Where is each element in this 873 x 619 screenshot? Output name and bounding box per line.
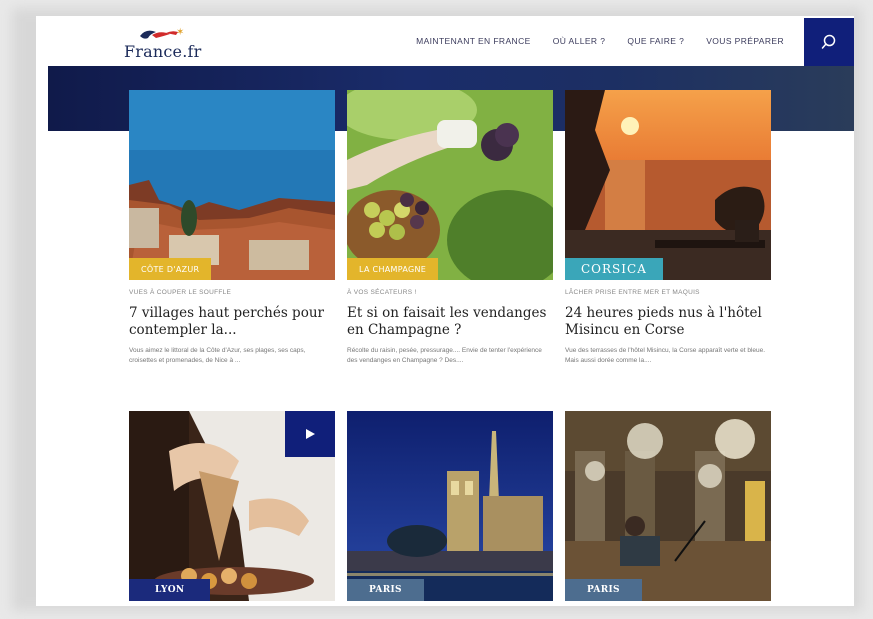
card-image[interactable]: PARIS xyxy=(565,411,771,601)
site-header: ✶ France.fr MAINTENANT EN FRANCE OÙ ALLE… xyxy=(36,16,854,66)
search-icon xyxy=(821,34,836,49)
main-nav: MAINTENANT EN FRANCE OÙ ALLER ? QUE FAIR… xyxy=(416,36,784,46)
article-card-corsica[interactable]: CORSICA LÂCHER PRISE ENTRE MER ET MAQUIS… xyxy=(565,90,771,366)
nav-que-faire[interactable]: QUE FAIRE ? xyxy=(627,36,684,46)
site-logo[interactable]: ✶ France.fr xyxy=(124,24,204,62)
card-kicker: À VOS SÉCATEURS ! xyxy=(347,289,417,296)
article-card-paris-versailles[interactable]: PARIS xyxy=(565,411,771,601)
card-image[interactable]: LA CHAMPAGNE xyxy=(347,90,553,280)
card-tag: LYON xyxy=(129,579,211,601)
article-card-cote-dazur[interactable]: CÔTE D'AZUR VUES À COUPER LE SOUFFLE 7 v… xyxy=(129,90,335,366)
card-tag: PARIS xyxy=(565,579,642,601)
coastal-village-image xyxy=(129,90,335,280)
article-card-paris-notre-dame[interactable]: PARIS xyxy=(347,411,553,601)
logo-text: France.fr xyxy=(124,42,202,61)
browser-page: ✶ France.fr MAINTENANT EN FRANCE OÙ ALLE… xyxy=(36,16,854,606)
grape-harvest-image xyxy=(347,90,553,280)
card-tag: CORSICA xyxy=(565,258,663,280)
card-tag: LA CHAMPAGNE xyxy=(347,258,439,280)
article-card-champagne[interactable]: LA CHAMPAGNE À VOS SÉCATEURS ! Et si on … xyxy=(347,90,553,366)
article-card-lyon[interactable]: LYON xyxy=(129,411,335,601)
play-icon xyxy=(306,429,315,439)
nav-maintenant-en-france[interactable]: MAINTENANT EN FRANCE xyxy=(416,36,531,46)
nav-vous-preparer[interactable]: VOUS PRÉPARER xyxy=(706,36,784,46)
card-tag: CÔTE D'AZUR xyxy=(129,258,212,280)
card-description: Récolte du raisin, pesée, pressurage....… xyxy=(347,347,542,364)
card-image[interactable]: PARIS xyxy=(347,411,553,601)
card-description: Vous aimez le littoral de la Côte d'Azur… xyxy=(129,347,306,364)
card-tag: PARIS xyxy=(347,579,424,601)
card-title[interactable]: 7 villages haut perchés pour contempler … xyxy=(129,305,335,339)
nav-ou-aller[interactable]: OÙ ALLER ? xyxy=(553,36,606,46)
card-kicker: VUES À COUPER LE SOUFFLE xyxy=(129,289,232,296)
card-kicker: LÂCHER PRISE ENTRE MER ET MAQUIS xyxy=(565,289,700,296)
card-title[interactable]: Et si on faisait les vendanges en Champa… xyxy=(347,305,553,339)
card-image[interactable]: LYON xyxy=(129,411,335,601)
svg-text:✶: ✶ xyxy=(176,27,184,38)
card-title[interactable]: 24 heures pieds nus à l'hôtel Misincu en… xyxy=(565,305,771,339)
play-video-button[interactable] xyxy=(285,411,335,457)
search-button[interactable] xyxy=(804,18,854,66)
card-description: Vue des terrasses de l'hôtel Misincu, la… xyxy=(565,347,766,364)
sunset-terrace-image xyxy=(565,90,771,280)
hall-of-mirrors-image xyxy=(565,411,771,601)
card-image[interactable]: CÔTE D'AZUR xyxy=(129,90,335,280)
notre-dame-night-image xyxy=(347,411,553,601)
card-image[interactable]: CORSICA xyxy=(565,90,771,280)
